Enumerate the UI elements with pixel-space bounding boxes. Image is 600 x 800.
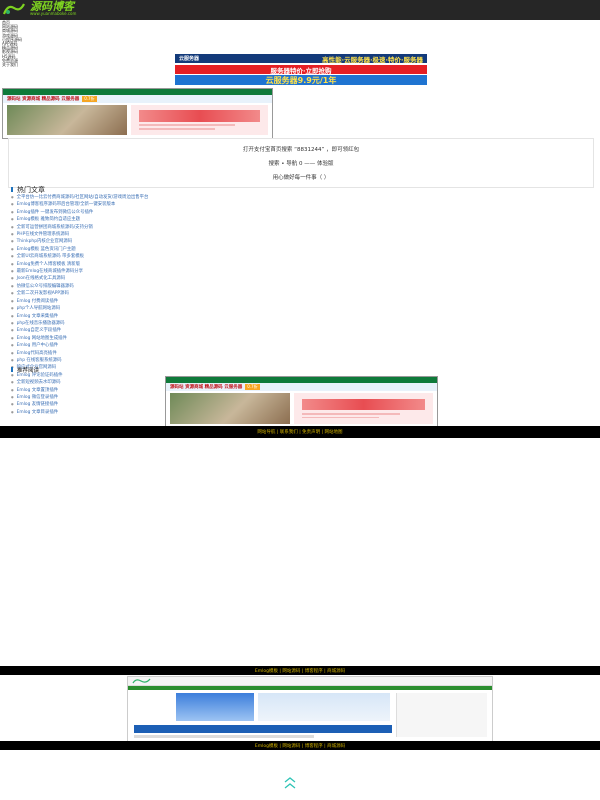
article-link[interactable]: 仿微信公众号排版编辑器源码 bbox=[11, 283, 341, 290]
article-link[interactable]: Json在线格式化工具源码 bbox=[11, 275, 341, 282]
ad-photo bbox=[7, 105, 127, 135]
article-link[interactable]: Emlog自定义字段插件 bbox=[11, 327, 341, 334]
article-link[interactable]: PHP在线文件管理系统源码 bbox=[11, 231, 341, 238]
promo-line-3: 用心做好每一件事（ ） bbox=[272, 175, 330, 181]
article-link[interactable]: Emlog模板 雅致简约自适应主题 bbox=[11, 216, 341, 223]
preview-ad-center bbox=[258, 693, 390, 721]
ad-promo bbox=[131, 105, 268, 135]
banner-text: 服务器特价·立即抢购 bbox=[270, 66, 332, 75]
preview-ad-left bbox=[176, 693, 254, 721]
ad-photo bbox=[170, 393, 290, 424]
preview-sidebar bbox=[396, 693, 487, 737]
ad-promo bbox=[294, 393, 433, 424]
scroll-top-icon[interactable] bbox=[283, 777, 297, 789]
footer-band-text[interactable]: 网站导航 | 联系我们 | 免责声明 | 网站地图 bbox=[0, 429, 600, 435]
banner-text: 云服务器9.9元/1年 bbox=[265, 75, 337, 85]
ad-strip: 源码站 资源商城 精品源码 云服务器 0.7折 bbox=[3, 95, 272, 103]
footer-band-text[interactable]: Emlog模板 | 网站源码 | 博客程序 | 商城源码 bbox=[0, 743, 600, 749]
nav-list: 首页 网站源码 商城源码 游戏源码 小程序源码 APP源码 精品源码 影视源码 … bbox=[2, 20, 142, 67]
article-link[interactable]: Emlog插件 一键发布到微信公众号插件 bbox=[11, 209, 341, 216]
recommended-heading: 推荐阅读 bbox=[11, 366, 39, 374]
page-preview[interactable] bbox=[127, 676, 493, 743]
article-link[interactable]: 全新可运营拼团商城系统源码/支持分销 bbox=[11, 224, 341, 231]
heading-marker bbox=[11, 187, 13, 192]
heading-marker bbox=[11, 367, 13, 372]
article-link[interactable]: 全新UI云商城系统源码 带多套模板 bbox=[11, 253, 341, 260]
ad-pill: 0.7折 bbox=[245, 384, 260, 390]
article-link[interactable]: Emlog 网站地图生成插件 bbox=[11, 335, 341, 342]
ad-strip-text: 源码站 资源商城 精品源码 云服务器 bbox=[7, 97, 80, 102]
logo-icon bbox=[2, 3, 25, 15]
ad-image-2[interactable]: 源码站 资源商城 精品源码 云服务器 0.7折 bbox=[165, 376, 438, 428]
article-link[interactable]: php 在线客服系统源码 bbox=[11, 357, 341, 364]
preview-line bbox=[134, 735, 314, 738]
ad-image[interactable]: 源码站 资源商城 精品源码 云服务器 0.7折 bbox=[2, 88, 273, 139]
preview-logo-icon bbox=[132, 678, 151, 684]
article-link[interactable]: 响应式企业官网源码 bbox=[11, 364, 341, 371]
preview-header bbox=[128, 677, 492, 686]
ad-pill: 0.7折 bbox=[82, 96, 97, 102]
promo-code-box: 打开支付宝首页搜索 “8831244” ，即可领红包 搜索 • 导航 0 —— … bbox=[8, 138, 594, 188]
ad-strip-text: 源码站 资源商城 精品源码 云服务器 bbox=[170, 385, 243, 390]
article-link[interactable]: Emlog免费个人博客模板 清新版 bbox=[11, 261, 341, 268]
preview-strip bbox=[134, 725, 392, 733]
article-link[interactable]: Emlog模板 蓝色资讯门户主题 bbox=[11, 246, 341, 253]
banner-ad-sale[interactable]: 服务器特价·立即抢购 bbox=[175, 65, 427, 74]
promo-line-1: 打开支付宝首页搜索 “8831244” ，即可领红包 bbox=[242, 147, 360, 153]
footer-band: Emlog模板 | 网站源码 | 博客程序 | 商城源码 bbox=[0, 741, 600, 750]
nav-link[interactable]: 关于我们 bbox=[2, 62, 142, 67]
promo-line-2: 搜索 • 导航 0 —— 体验版 bbox=[268, 161, 334, 167]
article-link[interactable]: Emlog 文章采集插件 bbox=[11, 313, 341, 320]
footer-band: Emlog模板 | 网站源码 | 博客程序 | 商城源码 bbox=[0, 666, 600, 675]
article-link[interactable]: php个人导航网站源码 bbox=[11, 305, 341, 312]
banner-ad-cloud[interactable]: 云服务器9.9元/1年 bbox=[175, 75, 427, 85]
site-logo[interactable]: 源码博客 www.yuanmaboke.com bbox=[2, 1, 122, 17]
banner-text: 高性能·云服务器·极速·特价·服务器 bbox=[322, 55, 423, 64]
article-link[interactable]: Emlog代码高亮插件 bbox=[11, 350, 341, 357]
preview-nav bbox=[128, 686, 492, 690]
logo-subtitle: www.yuanmaboke.com bbox=[30, 11, 77, 16]
article-link[interactable]: php在线音乐播放器源码 bbox=[11, 320, 341, 327]
article-link[interactable]: Emlog博客程序源码带后台管理/全新一键安装版本 bbox=[11, 201, 341, 208]
footer-band: 网站导航 | 联系我们 | 免责声明 | 网站地图 bbox=[0, 426, 600, 438]
article-link[interactable]: 最新Emlog在线商城插件源码分享 bbox=[11, 268, 341, 275]
ad-strip: 源码站 资源商城 精品源码 云服务器 0.7折 bbox=[166, 383, 437, 391]
banner-badge: 云服务器 bbox=[179, 56, 200, 62]
article-link[interactable]: 全平台仿一比云付费商城源码/社区网站/自动发货/游戏周边出售平台 bbox=[11, 194, 341, 201]
article-link[interactable]: 全新二次开发影视APP源码 bbox=[11, 290, 341, 297]
article-link[interactable]: Emlog 付费阅读插件 bbox=[11, 298, 341, 305]
article-link[interactable]: Emlog 用户中心插件 bbox=[11, 342, 341, 349]
banner-ad-server[interactable]: 云服务器 高性能·云服务器·极速·特价·服务器 bbox=[175, 54, 427, 63]
footer-band-text[interactable]: Emlog模板 | 网站源码 | 博客程序 | 商城源码 bbox=[0, 668, 600, 674]
article-link[interactable]: Thinkphp内核企业官网源码 bbox=[11, 238, 341, 245]
